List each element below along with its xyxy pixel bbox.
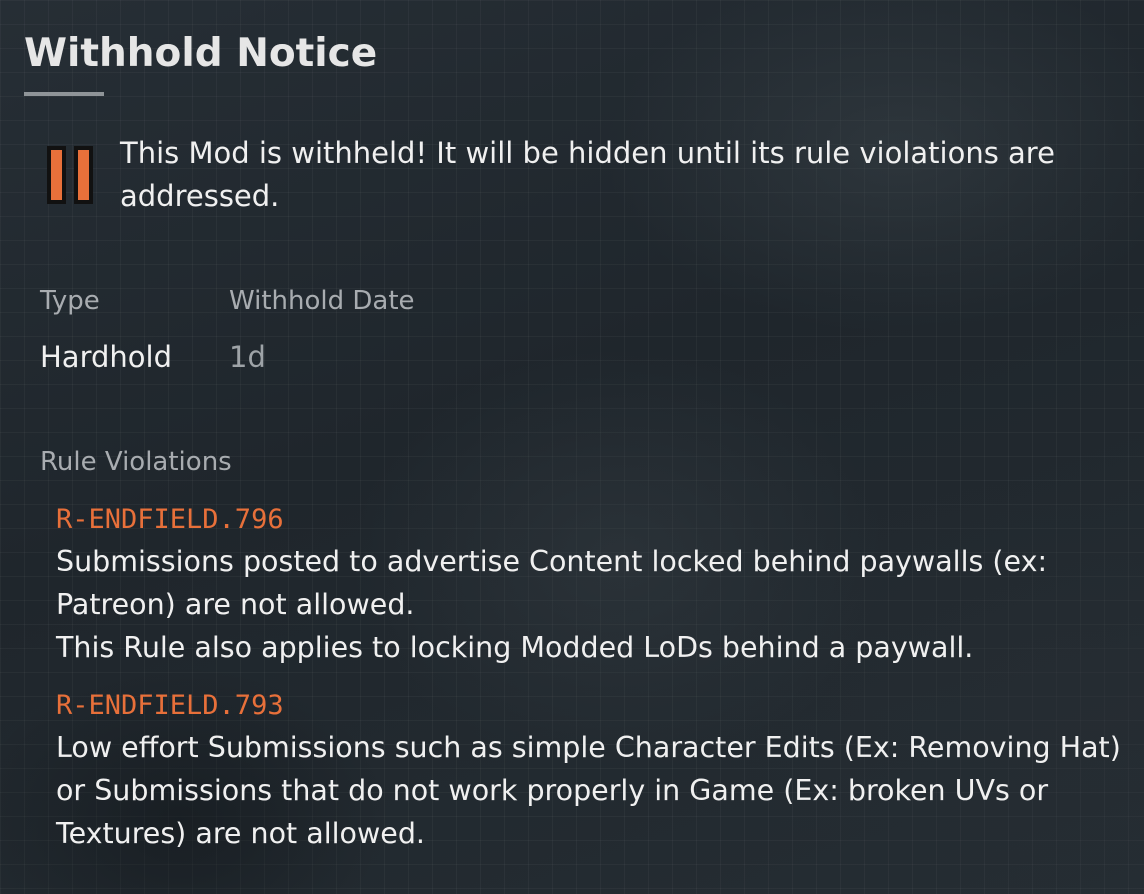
rule-violations-list: R-ENDFIELD.796 Submissions posted to adv…	[56, 500, 1136, 872]
rule-violation-item: R-ENDFIELD.796 Submissions posted to adv…	[56, 500, 1136, 669]
pause-icon	[46, 145, 96, 205]
withhold-date-value: 1d	[229, 340, 266, 374]
page-title: Withhold Notice	[24, 31, 378, 76]
withhold-date-label: Withhold Date	[229, 286, 415, 316]
type-label: Type	[40, 286, 100, 316]
rule-violations-label: Rule Violations	[40, 447, 232, 477]
rule-code[interactable]: R-ENDFIELD.796	[56, 500, 1136, 540]
withhold-message: This Mod is withheld! It will be hidden …	[120, 136, 1055, 213]
rule-description: Low effort Submissions such as simple Ch…	[56, 731, 1121, 850]
title-underline	[24, 92, 104, 96]
rule-violation-item: R-ENDFIELD.793 Low effort Submissions su…	[56, 686, 1136, 855]
rule-code[interactable]: R-ENDFIELD.793	[56, 686, 1136, 726]
type-value: Hardhold	[40, 340, 172, 374]
rule-description: Submissions posted to advertise Content …	[56, 545, 1048, 664]
